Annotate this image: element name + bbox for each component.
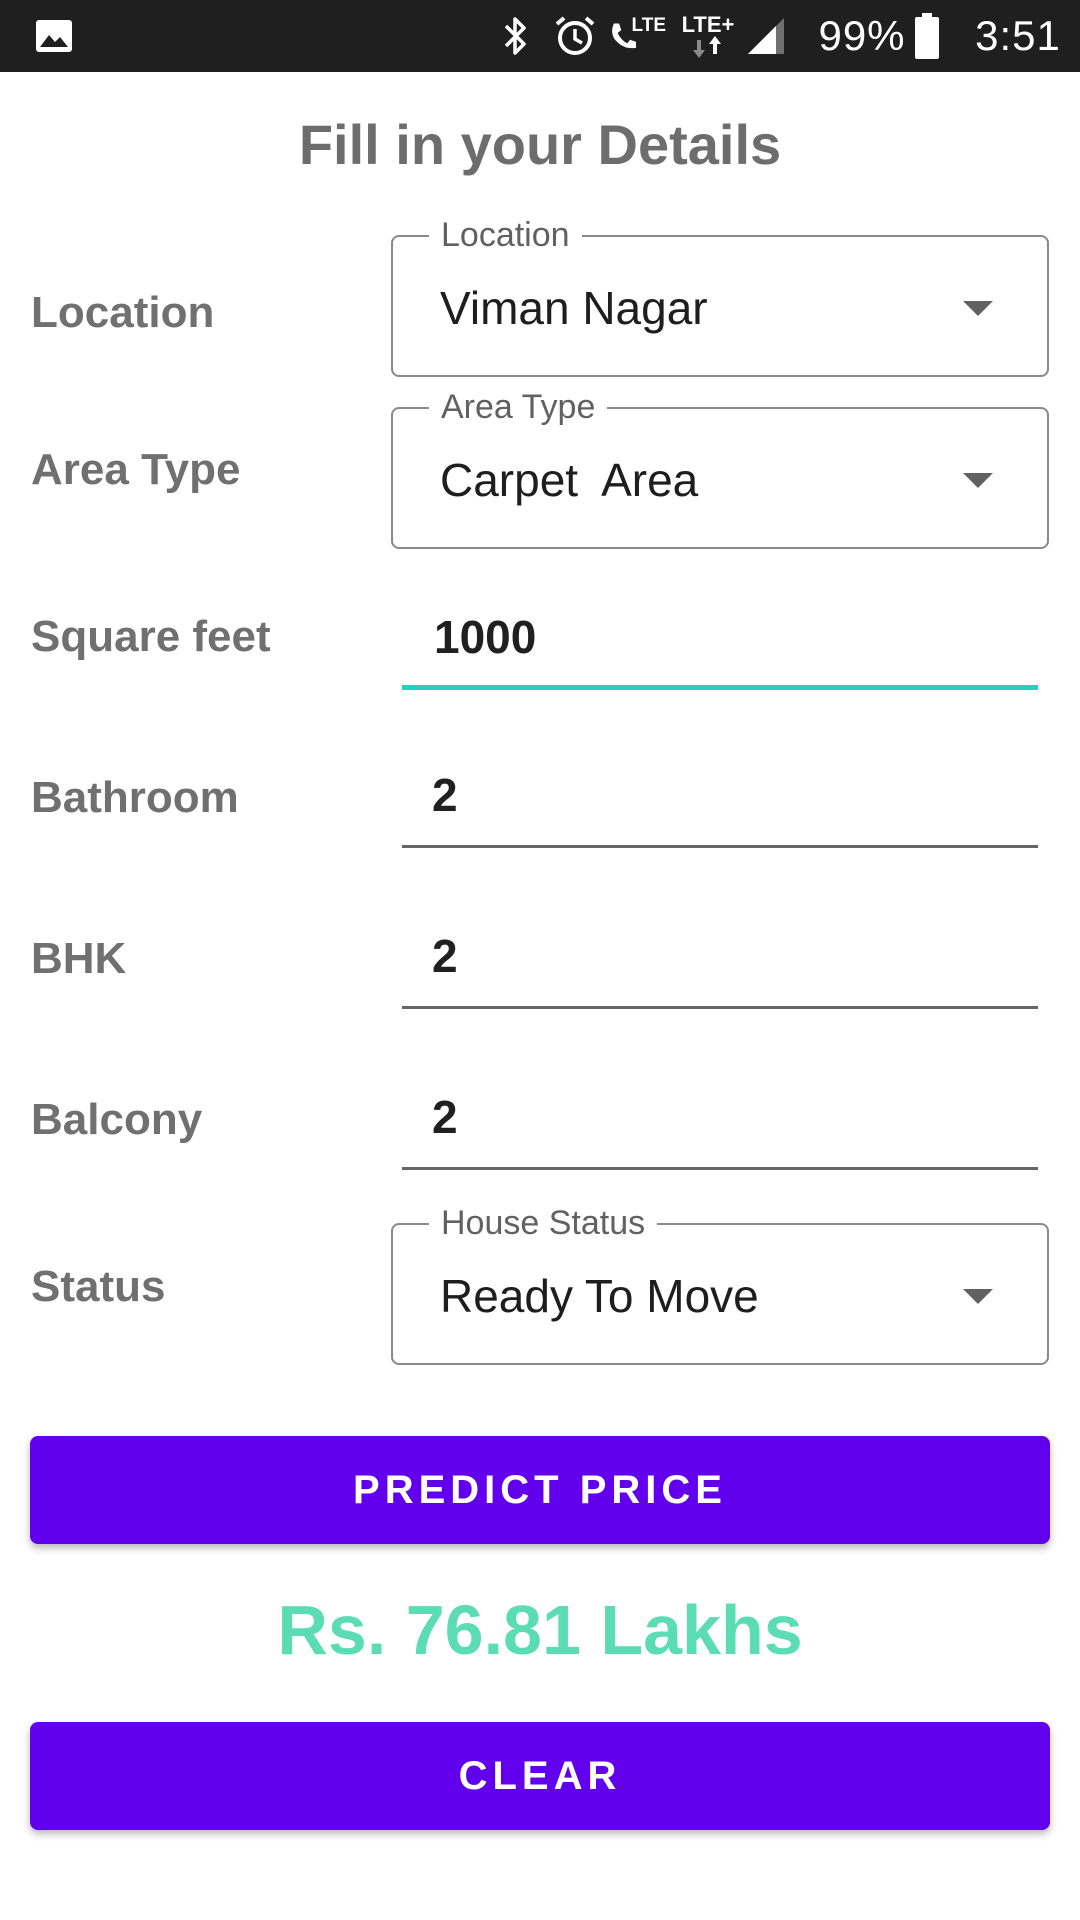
bluetooth-icon bbox=[496, 0, 536, 72]
clear-button[interactable]: CLEAR bbox=[30, 1722, 1050, 1830]
clock-time: 3:51 bbox=[975, 12, 1061, 59]
bathroom-label: Bathroom bbox=[31, 773, 239, 822]
bathroom-value: 2 bbox=[432, 769, 458, 821]
balcony-input[interactable]: 2 bbox=[402, 1080, 1038, 1170]
signal-icon bbox=[744, 0, 788, 72]
house-status-dropdown-legend: House Status bbox=[429, 1201, 658, 1245]
alarm-icon bbox=[552, 0, 598, 72]
area-type-dropdown-legend: Area Type bbox=[429, 385, 608, 429]
balcony-value: 2 bbox=[432, 1091, 458, 1143]
bhk-input[interactable]: 2 bbox=[402, 919, 1038, 1009]
area-type-selected-value: Carpet Area bbox=[440, 454, 699, 506]
bhk-label: BHK bbox=[31, 934, 127, 983]
area-type-dropdown[interactable]: Area Type Carpet Area bbox=[391, 385, 1049, 549]
status-bar: LTE LTE+ 99% 3:51 bbox=[0, 0, 1080, 72]
house-status-dropdown[interactable]: House Status Ready To Move bbox=[391, 1201, 1049, 1365]
location-selected-value: Viman Nagar bbox=[440, 282, 708, 334]
page-title: Fill in your Details bbox=[298, 113, 782, 176]
square-feet-label: Square feet bbox=[31, 612, 271, 661]
battery-percent: 99% bbox=[818, 12, 906, 59]
battery-icon bbox=[912, 0, 942, 72]
balcony-label: Balcony bbox=[31, 1095, 203, 1144]
lte-plus-icon: LTE+ bbox=[678, 0, 738, 72]
square-feet-value: 1000 bbox=[434, 611, 537, 663]
bhk-value: 2 bbox=[432, 930, 458, 982]
location-dropdown-legend: Location bbox=[429, 213, 582, 257]
location-dropdown[interactable]: Location Viman Nagar bbox=[391, 213, 1049, 377]
status-label: Status bbox=[31, 1262, 166, 1311]
area-type-label: Area Type bbox=[31, 445, 241, 494]
dropdown-arrow-icon bbox=[963, 473, 993, 488]
house-status-selected-value: Ready To Move bbox=[440, 1270, 759, 1322]
gallery-icon bbox=[34, 0, 74, 72]
lte-label: LTE bbox=[631, 14, 666, 36]
predicted-price-result: Rs. 76.81 Lakhs bbox=[277, 1591, 803, 1669]
dropdown-arrow-icon bbox=[963, 1289, 993, 1304]
predict-price-button[interactable]: PREDICT PRICE bbox=[30, 1436, 1050, 1544]
lte-plus-label: LTE+ bbox=[681, 12, 735, 37]
location-label: Location bbox=[31, 288, 215, 337]
dropdown-arrow-icon bbox=[963, 301, 993, 316]
square-feet-input[interactable]: 1000 bbox=[402, 600, 1038, 690]
bathroom-input[interactable]: 2 bbox=[402, 758, 1038, 848]
wifi-call-icon: LTE bbox=[608, 0, 666, 72]
